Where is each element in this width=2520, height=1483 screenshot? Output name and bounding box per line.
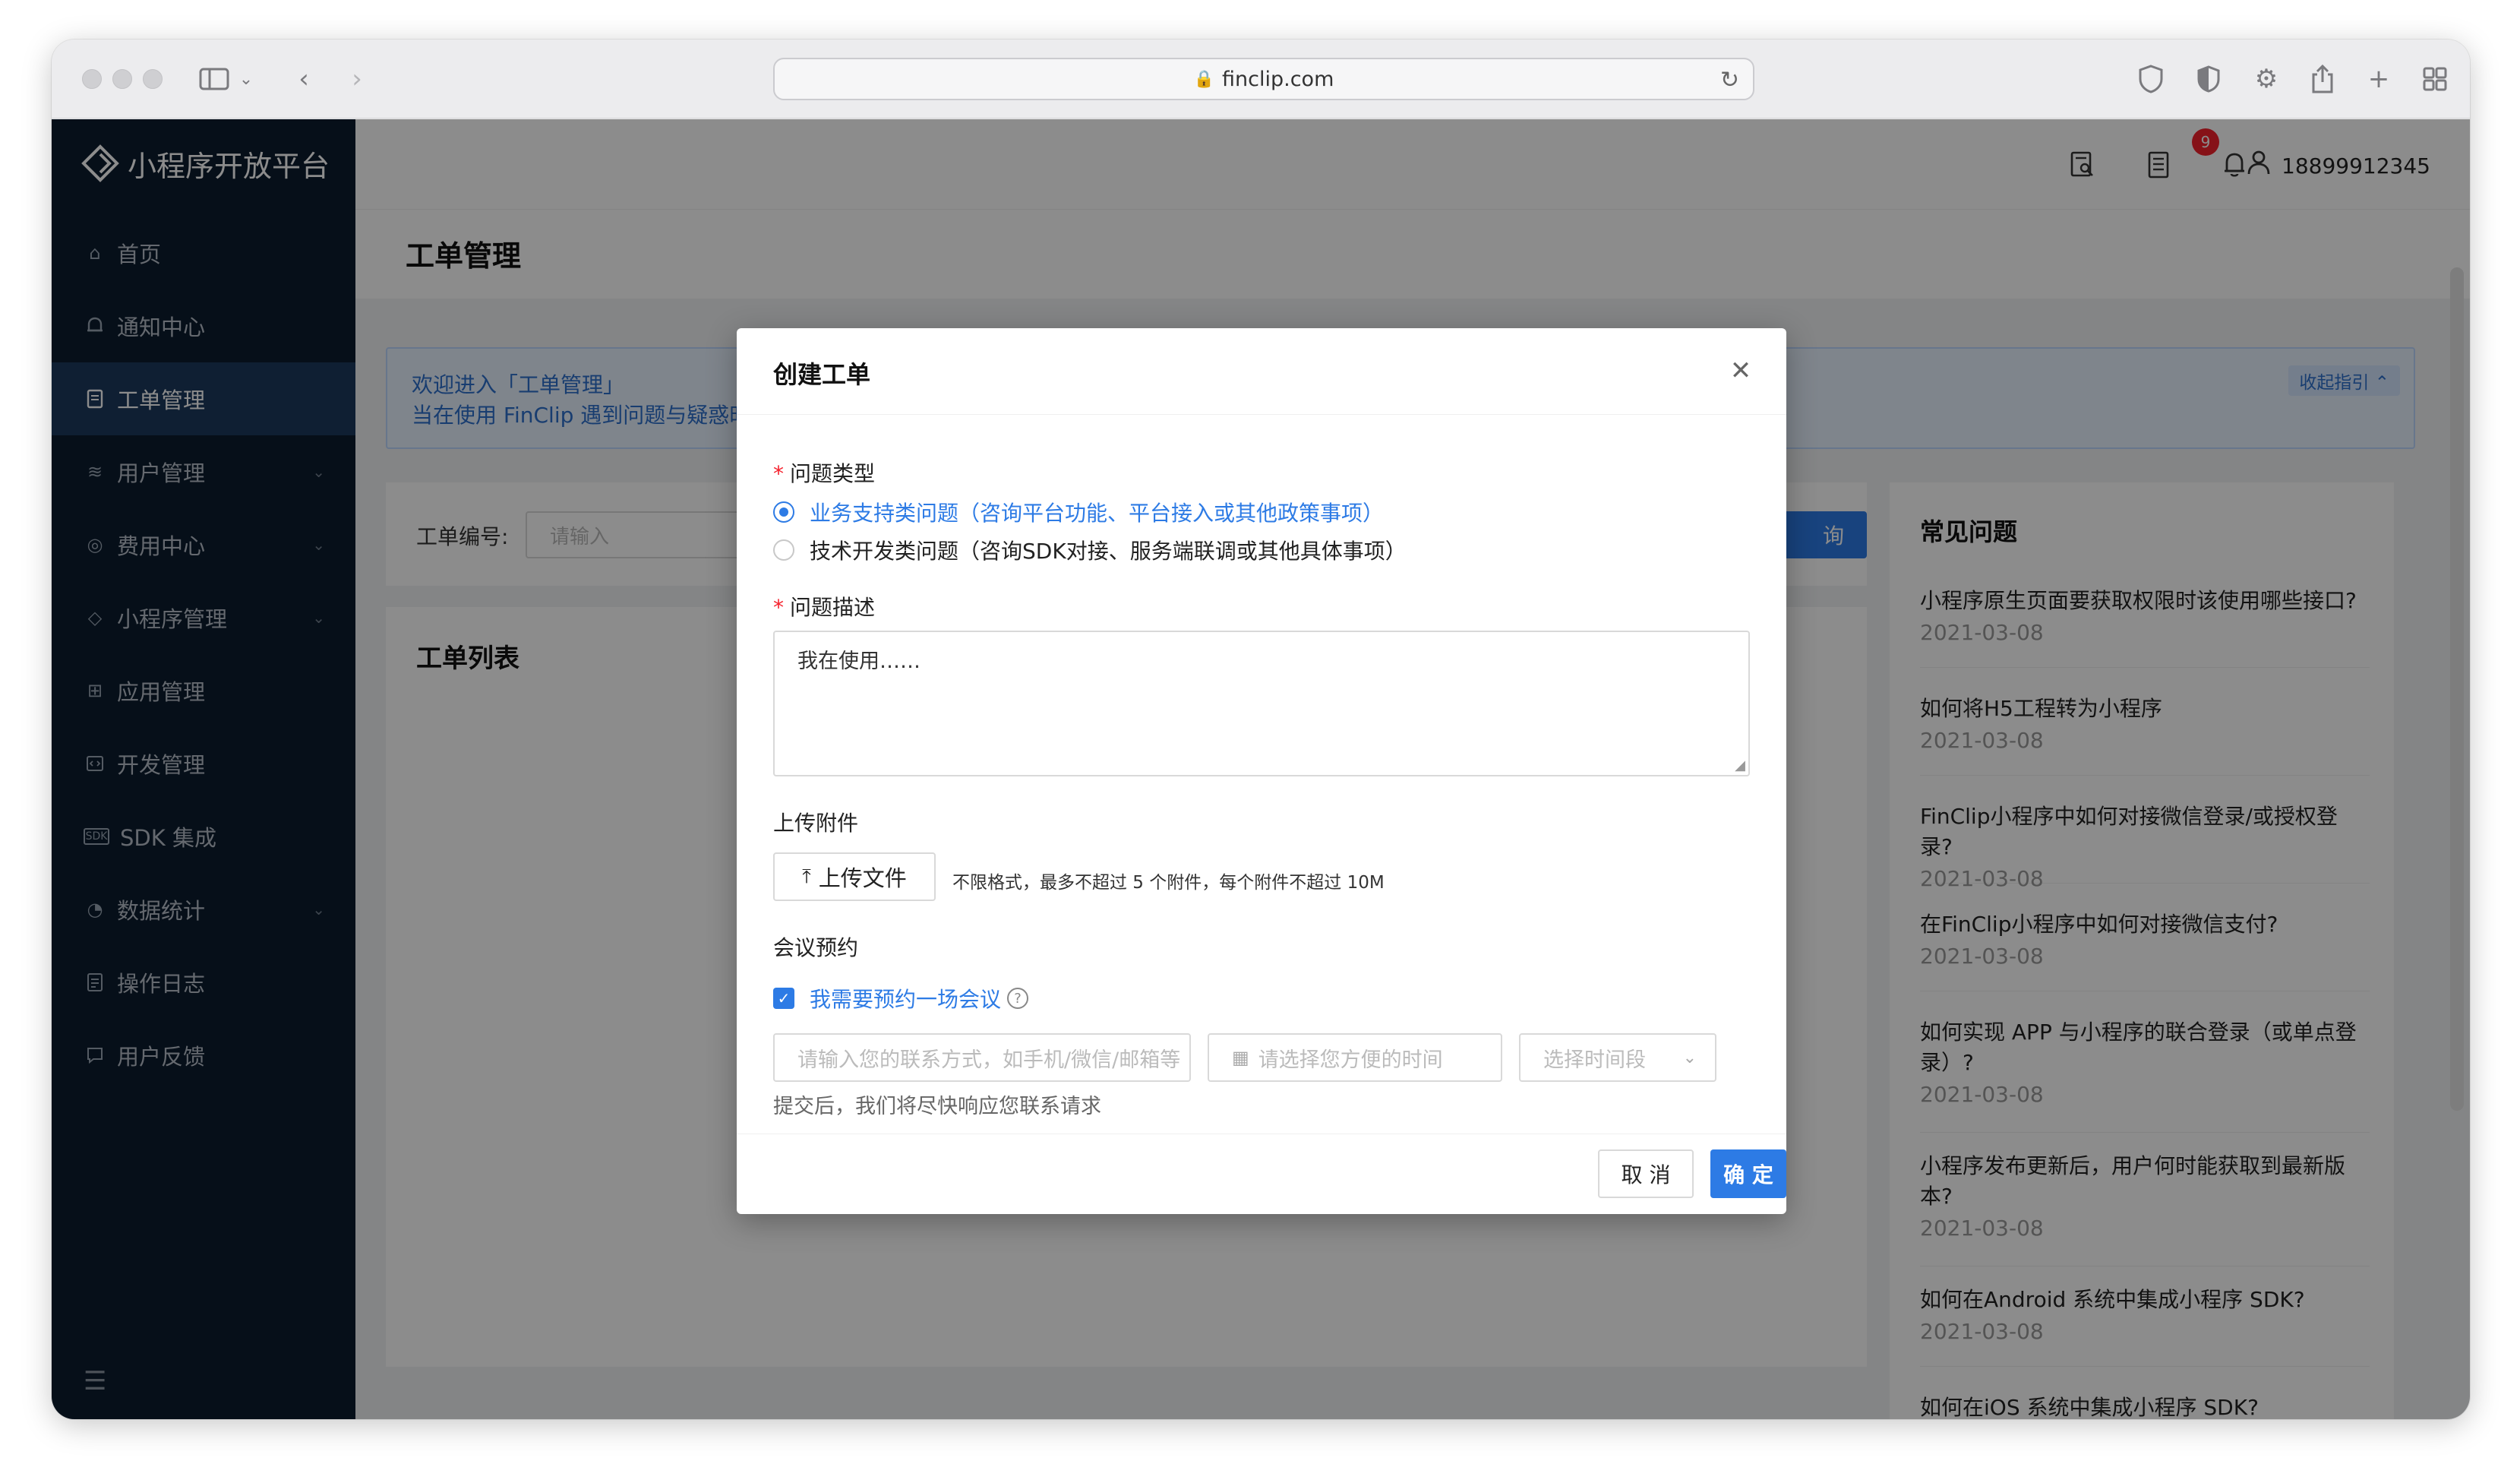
radio-label: 技术开发类问题（咨询SDK对接、服务端联调或其他具体事项） [810, 539, 1407, 564]
required-mark: * [773, 461, 784, 486]
contact-input[interactable]: 请输入您的联系方式，如手机/微信/邮箱等 [773, 1033, 1191, 1082]
new-tab-icon[interactable]: + [2361, 61, 2397, 97]
zoom-window-button[interactable] [143, 69, 163, 89]
gear-icon[interactable]: ⚙ [2248, 61, 2285, 97]
create-ticket-dialog: 创建工单 ✕ * 问题类型 业务支持类问题（咨询平台功能、平台接入或其他政策事项）… [737, 328, 1786, 1214]
scrollbar[interactable] [2450, 267, 2464, 1111]
lock-icon: 🔒 [1193, 69, 1215, 89]
share-icon[interactable] [2304, 61, 2341, 97]
radio-button[interactable] [773, 501, 794, 523]
upload-icon: ⤒ [802, 865, 811, 888]
issue-type-label: * 问题类型 [773, 457, 875, 488]
resize-handle-icon[interactable]: ◢ [1735, 757, 1745, 773]
shield-icon[interactable] [2133, 61, 2169, 97]
description-textarea[interactable]: 我在使用…… ◢ [773, 631, 1750, 776]
description-label-text: 问题描述 [790, 595, 876, 620]
minimize-window-button[interactable] [112, 69, 132, 89]
date-placeholder: 请选择您方便的时间 [1258, 1048, 1443, 1072]
upload-button-label: 上传文件 [818, 865, 907, 891]
calendar-icon: ▦ [1232, 1047, 1249, 1068]
browser-toolbar: ⌄ ‹ › 🔒 finclip.com ↻ ⚙ + [52, 40, 2470, 119]
sidebar-toggle-icon[interactable] [196, 61, 232, 97]
forward-icon[interactable]: › [339, 61, 375, 97]
radio-technical-dev[interactable]: 技术开发类问题（咨询SDK对接、服务端联调或其他具体事项） [773, 535, 1407, 565]
close-window-button[interactable] [82, 69, 102, 89]
reload-icon[interactable]: ↻ [1720, 67, 1739, 93]
required-mark: * [773, 595, 784, 620]
upload-file-button[interactable]: ⤒ 上传文件 [773, 852, 936, 901]
chevron-down-icon[interactable]: ⌄ [228, 61, 264, 97]
browser-window: ⌄ ‹ › 🔒 finclip.com ↻ ⚙ + 小程序开放平台 ⌂ 首页 通… [52, 40, 2470, 1419]
date-picker[interactable]: ▦ 请选择您方便的时间 [1208, 1033, 1502, 1082]
attachment-label: 上传附件 [773, 811, 859, 836]
checkbox-checked-icon[interactable]: ✓ [773, 988, 794, 1009]
radio-label: 业务支持类问题（咨询平台功能、平台接入或其他政策事项） [810, 501, 1385, 526]
description-label: * 问题描述 [773, 591, 875, 621]
url-text: finclip.com [1222, 67, 1334, 91]
dialog-title: 创建工单 [773, 360, 871, 389]
upload-hint: 不限格式，最多不超过 5 个附件，每个附件不超过 10M [952, 873, 1385, 893]
radio-business-support[interactable]: 业务支持类问题（咨询平台功能、平台接入或其他政策事项） [773, 497, 1384, 527]
tab-overview-icon[interactable] [2417, 61, 2453, 97]
privacy-icon[interactable] [2190, 61, 2227, 97]
dialog-footer: 取 消 确 定 [737, 1134, 1786, 1214]
close-icon[interactable]: ✕ [1726, 356, 1756, 386]
time-slot-select[interactable]: 选择时间段 ⌄ [1519, 1033, 1716, 1082]
time-slot-placeholder: 选择时间段 [1543, 1048, 1646, 1072]
address-bar[interactable]: 🔒 finclip.com ↻ [773, 58, 1754, 100]
cancel-button[interactable]: 取 消 [1598, 1149, 1694, 1198]
submit-hint: 提交后，我们将尽快响应您联系请求 [773, 1095, 1101, 1118]
issue-type-label-text: 问题类型 [790, 461, 876, 486]
description-value: 我在使用…… [797, 650, 921, 673]
radio-button[interactable] [773, 539, 794, 561]
meeting-checkbox-label: 我需要预约一场会议 [810, 987, 1002, 1012]
chevron-down-icon: ⌄ [1682, 1048, 1697, 1067]
meeting-checkbox-row[interactable]: ✓ 我需要预约一场会议 ? [773, 983, 1029, 1013]
confirm-button[interactable]: 确 定 [1710, 1149, 1786, 1198]
back-icon[interactable]: ‹ [286, 61, 322, 97]
dialog-header: 创建工单 ✕ [737, 328, 1786, 415]
help-icon[interactable]: ? [1007, 988, 1029, 1009]
meeting-label: 会议预约 [773, 935, 859, 960]
